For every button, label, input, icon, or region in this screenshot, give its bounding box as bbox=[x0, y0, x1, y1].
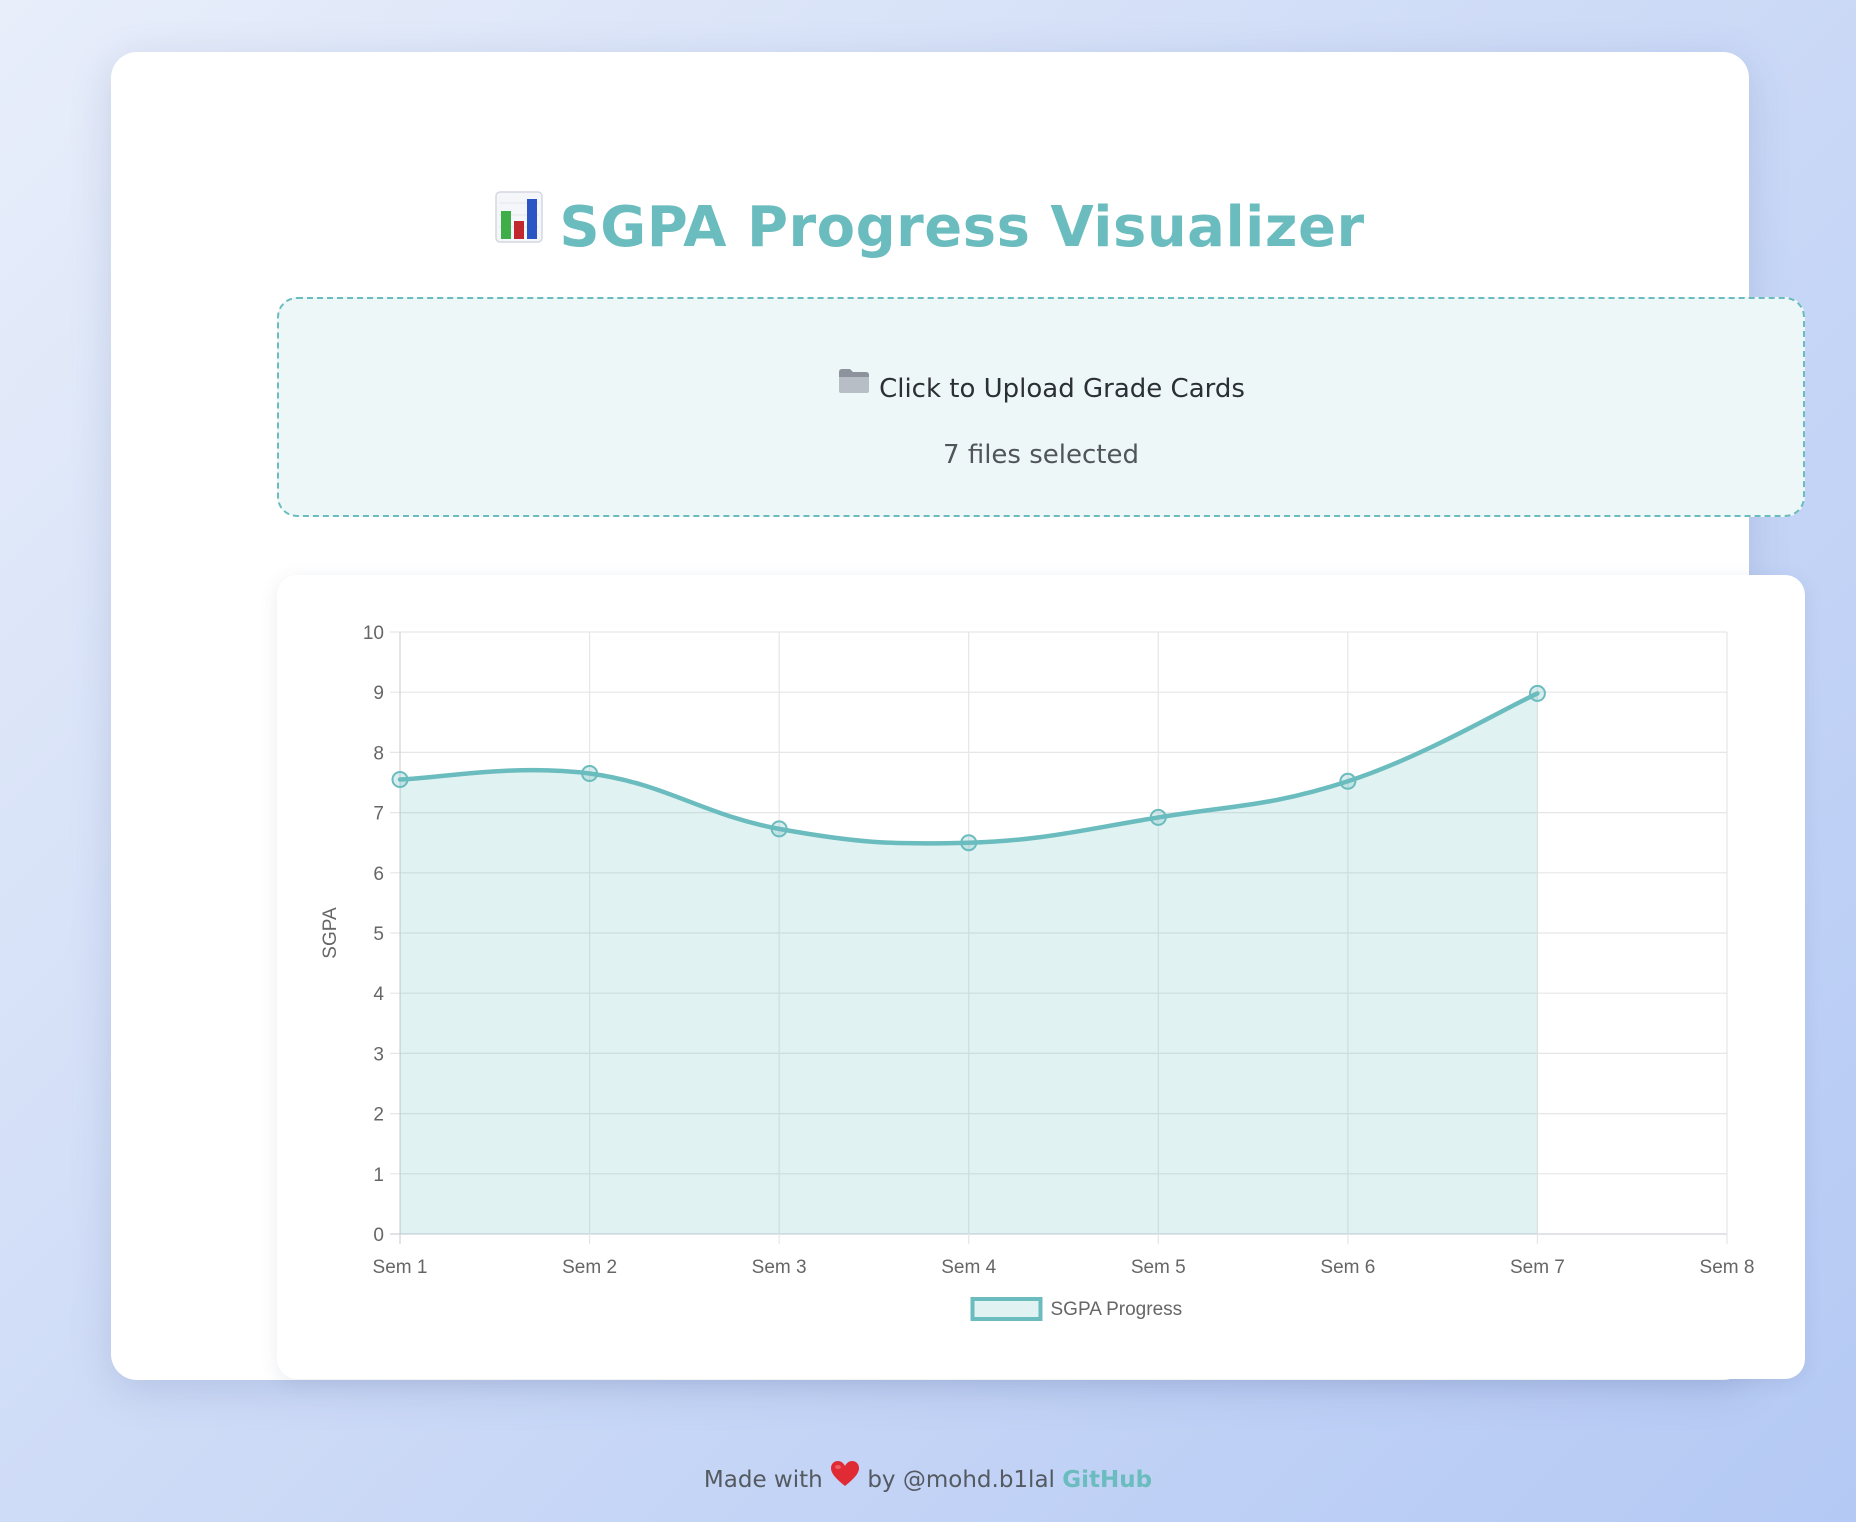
x-tick-label: Sem 3 bbox=[752, 1257, 807, 1278]
chart-container: 0 1 2 3 4 5 6 7 8 9 10 Sem 1 Sem 2 Sem 3 Sem 4 Sem 5 Sem… bbox=[277, 575, 1805, 1379]
y-tick-label: 9 bbox=[373, 683, 384, 704]
y-tick-label: 5 bbox=[373, 924, 384, 945]
upload-label[interactable]: Click to Upload Grade Cards bbox=[279, 367, 1803, 410]
data-point bbox=[770, 820, 788, 838]
footer-by: by @mohd.b1lal bbox=[867, 1467, 1055, 1493]
legend-label: SGPA Progress bbox=[1051, 1299, 1183, 1320]
data-point bbox=[1528, 684, 1546, 702]
data-point bbox=[1149, 808, 1167, 826]
y-tick-label: 4 bbox=[373, 984, 384, 1005]
data-point bbox=[391, 770, 409, 788]
x-tick-label: Sem 1 bbox=[373, 1257, 428, 1278]
y-tick-label: 7 bbox=[373, 804, 384, 825]
y-tick-label: 1 bbox=[373, 1165, 384, 1186]
x-tick-label: Sem 4 bbox=[941, 1257, 996, 1278]
y-tick-label: 10 bbox=[363, 623, 384, 644]
footer: Made with by @mohd.b1lal GitHub bbox=[0, 1460, 1856, 1499]
y-tick-label: 6 bbox=[373, 864, 384, 885]
x-tick-label: Sem 6 bbox=[1320, 1257, 1375, 1278]
page-title: SGPA Progress Visualizer bbox=[111, 189, 1749, 267]
x-tick-label: Sem 2 bbox=[562, 1257, 617, 1278]
data-point bbox=[1339, 772, 1357, 790]
legend-swatch bbox=[970, 1297, 1043, 1321]
folder-icon bbox=[837, 367, 871, 407]
bar-chart-icon bbox=[495, 189, 544, 261]
footer-prefix: Made with bbox=[703, 1467, 823, 1493]
page-title-text: SGPA Progress Visualizer bbox=[559, 195, 1365, 260]
y-axis-label: SGPA bbox=[320, 907, 341, 959]
github-link[interactable]: GitHub bbox=[1062, 1467, 1152, 1493]
main-card: SGPA Progress Visualizer Click to Upload… bbox=[111, 52, 1805, 1380]
y-tick-label: 0 bbox=[373, 1225, 384, 1246]
upload-dropzone[interactable]: Click to Upload Grade Cards 7 files sele… bbox=[277, 297, 1805, 517]
y-tick-label: 2 bbox=[373, 1105, 384, 1126]
upload-status-text: 7 files selected bbox=[943, 440, 1139, 470]
x-tick-label: Sem 5 bbox=[1131, 1257, 1186, 1278]
data-point bbox=[960, 834, 978, 852]
upload-label-text: Click to Upload Grade Cards bbox=[879, 374, 1245, 404]
heart-icon bbox=[830, 1460, 860, 1497]
x-tick-label: Sem 7 bbox=[1510, 1257, 1565, 1278]
data-point bbox=[581, 764, 599, 782]
y-tick-label: 8 bbox=[373, 743, 384, 764]
y-tick-label: 3 bbox=[373, 1044, 384, 1065]
sgpa-line-chart: 0 1 2 3 4 5 6 7 8 9 10 Sem 1 Sem 2 Sem 3 Sem 4 Sem 5 Sem… bbox=[320, 623, 1755, 1321]
x-tick-label: Sem 8 bbox=[1700, 1257, 1755, 1278]
